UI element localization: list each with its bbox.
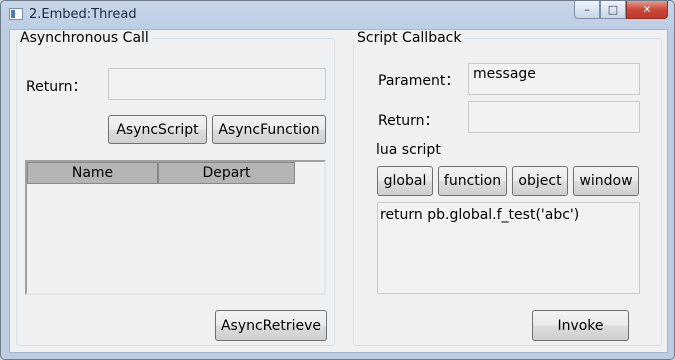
app-window: 2.Embed:Thread – □ ✕ Asynchronous Call R… [0,0,675,360]
caption-buttons: – □ ✕ [574,1,668,19]
table-header-name[interactable]: Name [27,162,158,184]
async-call-group-title: Asynchronous Call [20,30,149,46]
close-icon: ✕ [642,3,652,16]
script-callback-group-title: Script Callback [357,30,462,46]
title-bar[interactable]: 2.Embed:Thread – □ ✕ [1,1,674,29]
async-function-button[interactable]: AsyncFunction [212,115,326,144]
results-table[interactable]: Name Depart [25,160,326,295]
parament-label: Parament： [378,73,460,89]
close-button[interactable]: ✕ [626,1,668,19]
parament-field[interactable]: message [468,63,640,95]
async-script-button[interactable]: AsyncScript [108,115,207,144]
callback-return-field[interactable] [468,101,640,133]
window-button[interactable]: window [573,166,639,196]
client-area: Asynchronous Call Return： AsyncScript As… [9,29,668,353]
global-button[interactable]: global [377,166,433,196]
table-header-depart[interactable]: Depart [158,162,295,184]
function-button[interactable]: function [438,166,507,196]
maximize-button[interactable]: □ [600,1,626,19]
minimize-button[interactable]: – [574,1,600,19]
lua-script-label: lua script [376,142,441,158]
callback-return-label: Return： [378,113,439,129]
window-title: 2.Embed:Thread [29,7,137,22]
invoke-button[interactable]: Invoke [532,310,629,341]
lua-script-editor[interactable]: return pb.global.f_test('abc') [377,202,640,294]
async-return-field[interactable] [108,68,326,100]
object-button[interactable]: object [512,166,568,196]
app-icon [9,8,23,20]
maximize-icon: □ [607,3,619,16]
async-retrieve-button[interactable]: AsyncRetrieve [215,310,327,341]
async-return-label: Return： [26,79,87,95]
minimize-icon: – [584,3,590,16]
